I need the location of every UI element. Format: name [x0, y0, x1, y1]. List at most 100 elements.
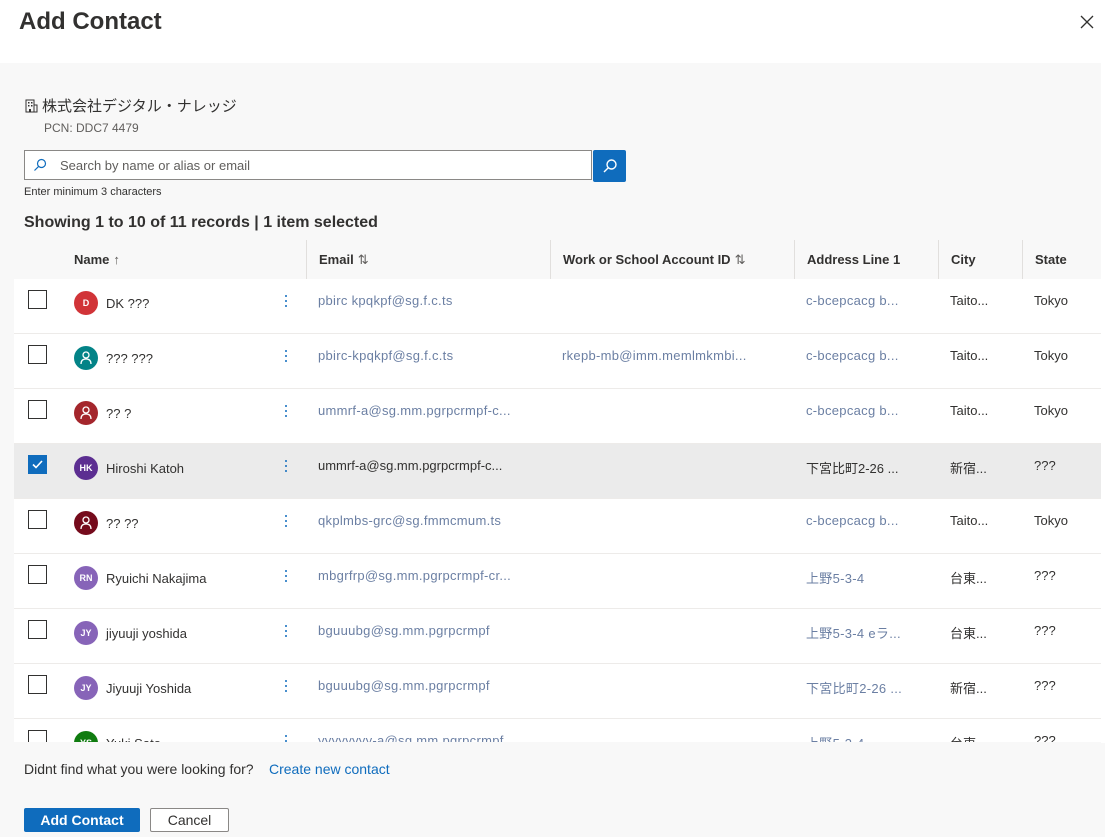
column-header-state[interactable]: State	[1022, 240, 1101, 279]
search-input[interactable]	[60, 155, 580, 175]
contact-state: ???	[1034, 733, 1056, 742]
table-row[interactable]: HK Hiroshi Katoh ummrf-a@sg.mm.pgrpcrmpf-c…	[14, 444, 1101, 499]
search-icon	[603, 159, 617, 173]
row-checkbox[interactable]	[28, 565, 47, 584]
more-options-icon[interactable]	[282, 403, 290, 423]
contact-city: 新宿...	[950, 461, 987, 476]
close-icon[interactable]	[1077, 12, 1097, 32]
contact-city: 台東...	[950, 733, 1014, 742]
table-row[interactable]: RN Ryuichi Nakajima mbgrfrp@sg.mm.pgrpcrmp…	[14, 554, 1101, 609]
add-contact-button[interactable]: Add Contact	[24, 808, 140, 832]
more-options-icon[interactable]	[282, 458, 290, 478]
more-options-icon[interactable]	[282, 293, 290, 313]
not-found-question: Didnt find what you were looking for?	[24, 761, 254, 777]
contact-email: pbirc kpqkpf@sg.f.c.ts	[318, 293, 453, 308]
contact-city: Taito...	[950, 403, 989, 418]
avatar: D	[74, 291, 98, 315]
sort-ascending-icon: ↑	[113, 252, 120, 267]
contact-address: 上野5-3-4 eラ...	[806, 626, 901, 641]
contact-name: Ryuichi Nakajima	[106, 571, 207, 586]
pcn-label: PCN: DDC7 4479	[44, 121, 139, 135]
contact-email: bguuubg@sg.mm.pgrpcrmpf	[318, 678, 490, 693]
sort-icon: ⇅	[357, 252, 369, 267]
more-options-icon[interactable]	[282, 348, 290, 368]
table-row[interactable]: JY Jiyuuji Yoshida bguuubg@sg.mm.pgrpcrmpf…	[14, 664, 1101, 719]
contact-address: 下宮比町2-26 ...	[806, 681, 903, 696]
column-header-city[interactable]: City	[938, 240, 1022, 279]
contact-email: pbirc-kpqkpf@sg.f.c.ts	[318, 348, 454, 363]
contacts-table: Name ↑ Email ⇅ Work or School Account ID ⇅ …	[14, 240, 1105, 742]
more-options-icon[interactable]	[282, 733, 290, 742]
avatar: HK	[74, 456, 98, 480]
contact-address: c-bcepcacg b...	[806, 293, 899, 308]
contact-city: Taito...	[950, 348, 989, 363]
search-icon	[34, 158, 47, 171]
create-new-contact-link[interactable]: Create new contact	[269, 761, 390, 777]
person-avatar-icon	[74, 346, 98, 370]
table-row[interactable]: ??? ??? pbirc-kpqkpf@sg.f.c.ts rkepb-mb@im…	[14, 334, 1101, 389]
table-header: Name ↑ Email ⇅ Work or School Account ID ⇅ …	[14, 240, 1105, 279]
contact-name: Hiroshi Katoh	[106, 461, 185, 476]
search-box	[24, 150, 592, 180]
contact-name: Yuki Sato	[106, 736, 161, 742]
contact-email: bguuubg@sg.mm.pgrpcrmpf	[318, 623, 490, 638]
more-options-icon[interactable]	[282, 513, 290, 533]
contact-address: 下宮比町2-26 ...	[806, 461, 899, 476]
contact-name: jiyuuji yoshida	[106, 626, 187, 641]
column-header-name[interactable]: Name ↑	[74, 240, 120, 279]
cancel-button[interactable]: Cancel	[150, 808, 229, 832]
contact-city: Taito...	[950, 293, 989, 308]
contact-email: ummrf-a@sg.mm.pgrpcrmpf-c...	[318, 458, 503, 473]
person-avatar-icon	[74, 401, 98, 425]
contact-email: yyyyyyyy-a@sg.mm.pgrpcrmpf	[318, 733, 504, 742]
contact-city: 新宿...	[950, 681, 987, 696]
table-row[interactable]: JY jiyuuji yoshida bguuubg@sg.mm.pgrpcrmpf…	[14, 609, 1101, 664]
contact-address: 上野5-3-4	[806, 733, 914, 742]
contact-state: Tokyo	[1034, 348, 1068, 363]
table-row[interactable]: ?? ?? qkplmbs-grc@sg.fmmcmum.ts c-bcepcacg…	[14, 499, 1101, 554]
row-checkbox[interactable]	[28, 400, 47, 419]
dialog-header: Add Contact	[0, 0, 1105, 63]
table-row[interactable]: YS Yuki Sato yyyyyyyy-a@sg.mm.pgrpcrmpf 上野5…	[14, 719, 1101, 742]
table-row[interactable]: ?? ? ummrf-a@sg.mm.pgrpcrmpf-c... c-bcepca…	[14, 389, 1101, 444]
contact-work-account: rkepb-mb@imm.memlmkmbi...	[562, 348, 747, 363]
row-checkbox[interactable]	[28, 455, 47, 474]
row-checkbox[interactable]	[28, 675, 47, 694]
contact-city: 台東...	[950, 571, 987, 586]
avatar: RN	[74, 566, 98, 590]
contact-address: c-bcepcacg b...	[806, 348, 899, 363]
row-checkbox[interactable]	[28, 620, 47, 639]
records-summary: Showing 1 to 10 of 11 records | 1 item s…	[24, 214, 378, 231]
contact-state: Tokyo	[1034, 293, 1068, 308]
row-checkbox[interactable]	[28, 730, 47, 742]
contact-email: ummrf-a@sg.mm.pgrpcrmpf-c...	[318, 403, 511, 418]
sort-icon: ⇅	[734, 252, 746, 267]
person-avatar-icon	[74, 511, 98, 535]
column-header-email[interactable]: Email ⇅	[306, 240, 550, 279]
row-checkbox[interactable]	[28, 290, 47, 309]
contact-name: Jiyuuji Yoshida	[106, 681, 192, 696]
contact-address: c-bcepcacg b...	[806, 513, 899, 528]
row-checkbox[interactable]	[28, 510, 47, 529]
more-options-icon[interactable]	[282, 678, 290, 698]
scrollbar[interactable]	[1101, 63, 1105, 743]
search-button[interactable]	[593, 150, 626, 182]
contact-name: DK ???	[106, 296, 150, 311]
row-checkbox[interactable]	[28, 345, 47, 364]
column-header-address[interactable]: Address Line 1	[794, 240, 938, 279]
more-options-icon[interactable]	[282, 568, 290, 588]
more-options-icon[interactable]	[282, 623, 290, 643]
organization-name: 株式会社デジタル・ナレッジ	[24, 95, 237, 116]
contact-city: Taito...	[950, 513, 989, 528]
contact-email: mbgrfrp@sg.mm.pgrpcrmpf-cr...	[318, 568, 512, 583]
contact-name: ?? ??	[106, 516, 139, 531]
contact-state: ???	[1034, 458, 1056, 473]
organization-name-text: 株式会社デジタル・ナレッジ	[42, 98, 237, 115]
contact-name: ??? ???	[106, 351, 153, 366]
search-hint: Enter minimum 3 characters	[24, 186, 162, 198]
avatar: YS	[74, 731, 98, 742]
contact-address: 上野5-3-4	[806, 571, 865, 586]
column-header-work-account[interactable]: Work or School Account ID ⇅	[550, 240, 794, 279]
table-row[interactable]: D DK ??? pbirc kpqkpf@sg.f.c.ts c-bcepcacg …	[14, 279, 1101, 334]
contact-email: qkplmbs-grc@sg.fmmcmum.ts	[318, 513, 502, 528]
